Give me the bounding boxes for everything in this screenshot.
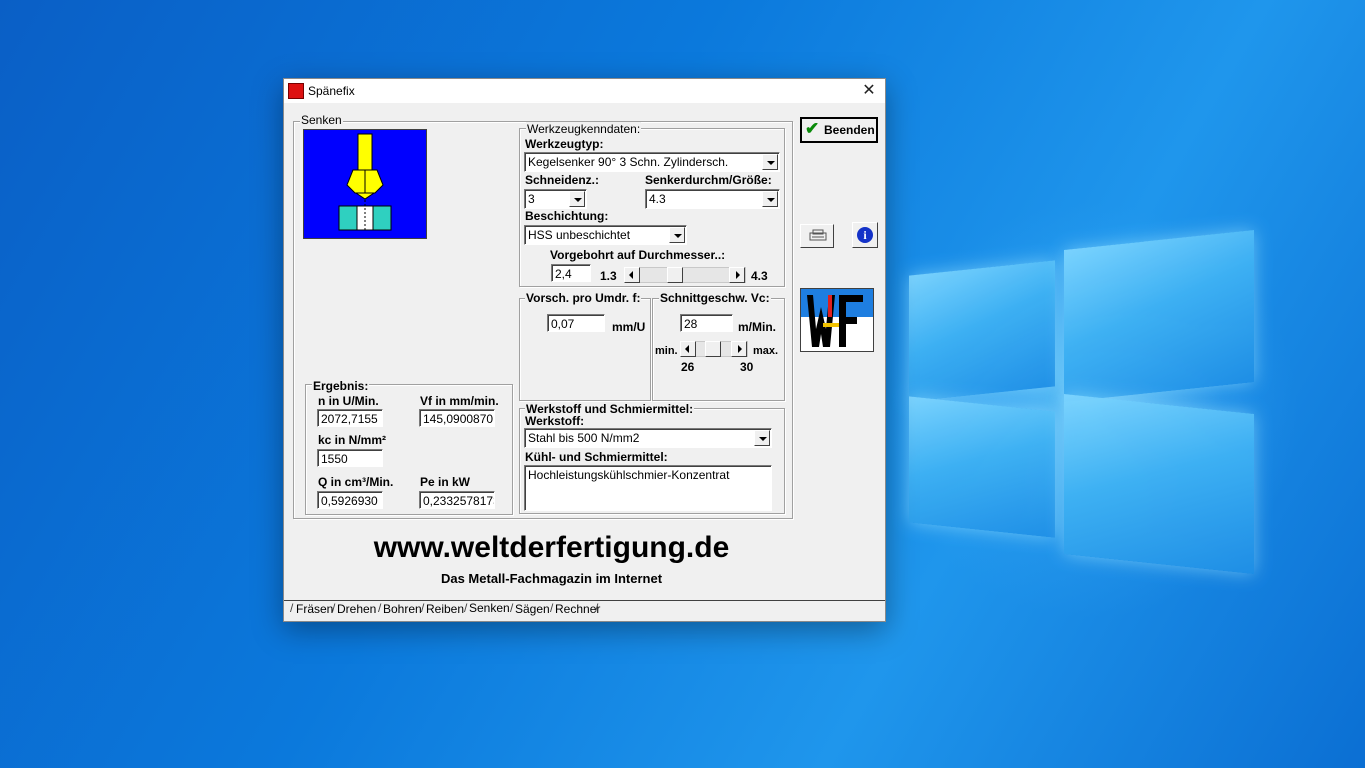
q-output: 0,5926930 [317, 491, 383, 509]
vorgebohrt-input[interactable]: 2,4 [551, 264, 591, 282]
printer-icon [809, 229, 827, 241]
ergebnis-label: Ergebnis: [312, 379, 370, 393]
werkstoff-label: Werkstoff: [525, 414, 585, 428]
senken-group-label: Senken [300, 113, 343, 127]
kuehl-label: Kühl- und Schmiermittel: [525, 450, 668, 464]
senkerdurch-label: Senkerdurchm/Größe: [645, 173, 772, 187]
kc-label: kc in N/mm² [318, 433, 387, 447]
beschichtung-label: Beschichtung: [525, 209, 609, 223]
app-icon [288, 83, 304, 99]
chevron-down-icon[interactable] [762, 191, 778, 207]
window-title: Spänefix [308, 84, 355, 98]
slider-left-arrow-icon[interactable] [680, 341, 696, 357]
tab-reiben[interactable]: Reiben [426, 602, 464, 616]
schnittgeschw-slider[interactable] [680, 341, 748, 357]
senkerdurch-select[interactable]: 4.3 [645, 189, 780, 209]
title-bar[interactable]: Spänefix ✕ [284, 79, 885, 103]
site-subtitle: Das Metall-Fachmagazin im Internet [440, 571, 663, 586]
pe-label: Pe in kW [420, 475, 471, 489]
close-icon[interactable]: ✕ [853, 79, 885, 103]
vorschub-label: Vorsch. pro Umdr. f: [525, 291, 642, 305]
site-url: www.weltderfertigung.de [373, 531, 730, 564]
chevron-down-icon[interactable] [754, 430, 770, 446]
werkstoff-select[interactable]: Stahl bis 500 N/mm2 [524, 428, 772, 448]
chevron-down-icon[interactable] [762, 154, 778, 170]
slider-right-arrow-icon[interactable] [731, 341, 747, 357]
countersink-tool-image [303, 129, 427, 239]
beschichtung-select[interactable]: HSS unbeschichtet [524, 225, 687, 245]
kc-output: 1550 [317, 449, 383, 467]
info-icon: i [857, 227, 873, 243]
tab-bohren[interactable]: Bohren [383, 602, 422, 616]
vorgebohrt-min: 1.3 [600, 269, 617, 283]
tab-saegen[interactable]: Sägen [515, 602, 550, 616]
pe-output: 0,2332578173 [419, 491, 495, 509]
vorgebohrt-max: 4.3 [751, 269, 768, 283]
tab-drehen[interactable]: Drehen [337, 602, 376, 616]
schnittgeschw-input[interactable]: 28 [680, 314, 733, 332]
slider-left-arrow-icon[interactable] [624, 267, 640, 283]
slider-thumb[interactable] [667, 267, 683, 283]
checkmark-icon: ✔ [805, 119, 820, 138]
beenden-button[interactable]: ✔ Beenden [800, 117, 878, 143]
vorgebohrt-label: Vorgebohrt auf Durchmesser..: [550, 248, 726, 262]
schnittgeschw-label: Schnittgeschw. Vc: [659, 291, 771, 305]
kuehl-textarea[interactable]: Hochleistungskühlschmier-Konzentrat [524, 465, 772, 511]
vf-label: Vf in mm/min. [420, 394, 499, 408]
tab-rechner[interactable]: Rechner [555, 602, 600, 616]
tab-fraesen[interactable]: Fräsen [296, 602, 333, 616]
werkzeugtyp-select[interactable]: Kegelsenker 90° 3 Schn. Zylindersch. [524, 152, 780, 172]
tab-strip: Fräsen Drehen Bohren Reiben Senken Sägen… [284, 600, 885, 621]
slider-right-arrow-icon[interactable] [729, 267, 745, 283]
printer-button[interactable] [800, 224, 834, 248]
chevron-down-icon[interactable] [669, 227, 685, 243]
schnittgeschw-unit: m/Min. [738, 320, 776, 334]
wdf-logo [800, 288, 874, 352]
chevron-down-icon[interactable] [569, 191, 585, 207]
schnittgeschw-min-value: 26 [681, 360, 695, 374]
n-label: n in U/Min. [318, 394, 379, 408]
werkzeugtyp-label: Werkzeugtyp: [525, 137, 604, 151]
n-output: 2072,7155 [317, 409, 383, 427]
schnittgeschw-max-label: max. [753, 345, 779, 357]
spanefix-window: Spänefix ✕ Senken Werkzeugkenndaten: Wer… [283, 78, 886, 622]
schneidenz-label: Schneidenz.: [525, 173, 600, 187]
tab-senken[interactable]: Senken [469, 601, 510, 615]
schneidenz-select[interactable]: 3 [524, 189, 587, 209]
q-label: Q in cm³/Min. [318, 475, 394, 489]
info-button[interactable]: i [852, 222, 878, 248]
schnittgeschw-max-value: 30 [740, 360, 754, 374]
vorschub-unit: mm/U [612, 320, 646, 334]
vorgebohrt-slider[interactable] [624, 267, 746, 283]
slider-thumb[interactable] [705, 341, 721, 357]
vf-output: 145,0900870 [419, 409, 495, 427]
vorschub-input[interactable]: 0,07 [547, 314, 605, 332]
werkzeugkenndaten-label: Werkzeugkenndaten: [526, 122, 642, 136]
schnittgeschw-min-label: min. [655, 345, 678, 357]
